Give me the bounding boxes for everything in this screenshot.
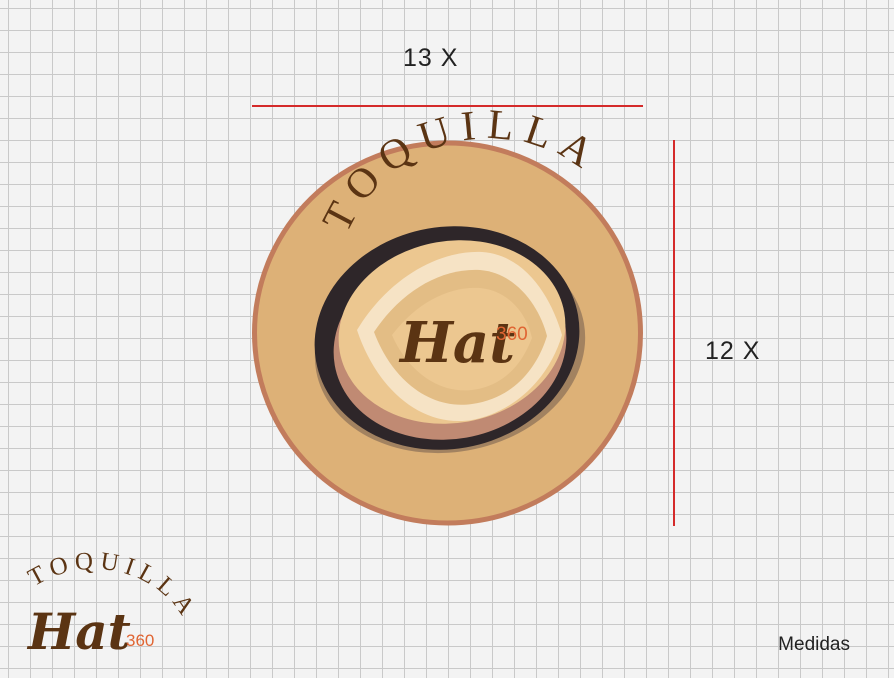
small-logo-wordmark: Hat — [26, 602, 131, 661]
height-dimension-line — [673, 140, 675, 526]
logo-number: 360 — [496, 324, 528, 345]
height-dimension-label: 12 X — [705, 337, 761, 365]
main-logo: TOQUILLA Hat 360 — [252, 102, 643, 526]
small-logo-number: 360 — [126, 631, 154, 650]
small-logo: TOQUILLA Hat 360 — [24, 548, 197, 661]
width-dimension-label: 13 X — [403, 44, 459, 72]
measurements-label: Medidas — [778, 634, 850, 655]
artboard-canvas: 13 X 12 X TOQUILLA Hat 360 TOQUILLA Hat … — [0, 0, 894, 678]
